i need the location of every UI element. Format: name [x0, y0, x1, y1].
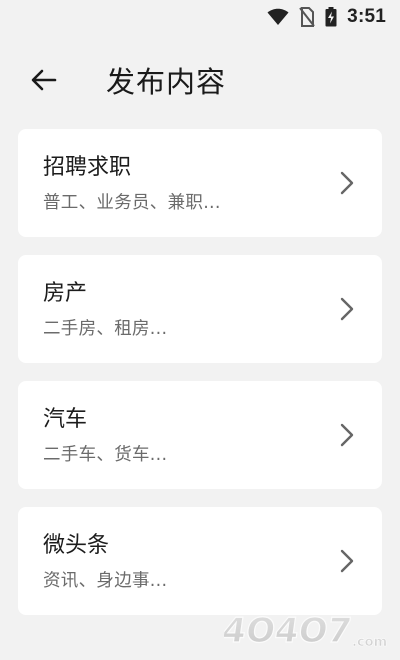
- svg-text:4O4O7: 4O4O7: [224, 611, 354, 650]
- back-button[interactable]: [22, 58, 66, 102]
- card-subtitle: 二手车、货车...: [43, 445, 168, 465]
- wifi-icon: [267, 8, 289, 26]
- page-title: 发布内容: [106, 65, 227, 99]
- card-title: 房产: [43, 281, 88, 306]
- card-title: 汽车: [43, 407, 88, 432]
- watermark-logo: 4O4O7 .com: [224, 611, 387, 650]
- chevron-right-icon: [338, 296, 356, 322]
- arrow-left-icon: [31, 69, 57, 91]
- chevron-right-icon: [338, 548, 356, 574]
- card-title: 招聘求职: [43, 155, 132, 180]
- category-card-real-estate[interactable]: 房产 二手房、租房...: [18, 255, 382, 363]
- chevron-right-icon: [338, 422, 356, 448]
- battery-charging-icon: [325, 7, 337, 27]
- card-title: 微头条: [43, 533, 110, 558]
- card-subtitle: 资讯、身边事...: [43, 571, 168, 591]
- app-bar: 发布内容: [0, 52, 400, 108]
- status-bar: 3:51: [0, 0, 400, 34]
- status-time: 3:51: [347, 6, 386, 27]
- no-sim-icon: [299, 7, 315, 27]
- chevron-right-icon: [338, 170, 356, 196]
- card-subtitle: 普工、业务员、兼职...: [43, 193, 221, 213]
- category-card-cars[interactable]: 汽车 二手车、货车...: [18, 381, 382, 489]
- category-card-micro-headlines[interactable]: 微头条 资讯、身边事...: [18, 507, 382, 615]
- category-list: 招聘求职 普工、业务员、兼职... 房产 二手房、租房... 汽车 二手车、货车…: [18, 129, 382, 615]
- category-card-jobs[interactable]: 招聘求职 普工、业务员、兼职...: [18, 129, 382, 237]
- svg-text:.com: .com: [352, 635, 387, 650]
- screen: 3:51 发布内容 招聘求职 普工、业务员、兼职... 房产 二手房、租房...: [0, 0, 400, 660]
- card-subtitle: 二手房、租房...: [43, 319, 168, 339]
